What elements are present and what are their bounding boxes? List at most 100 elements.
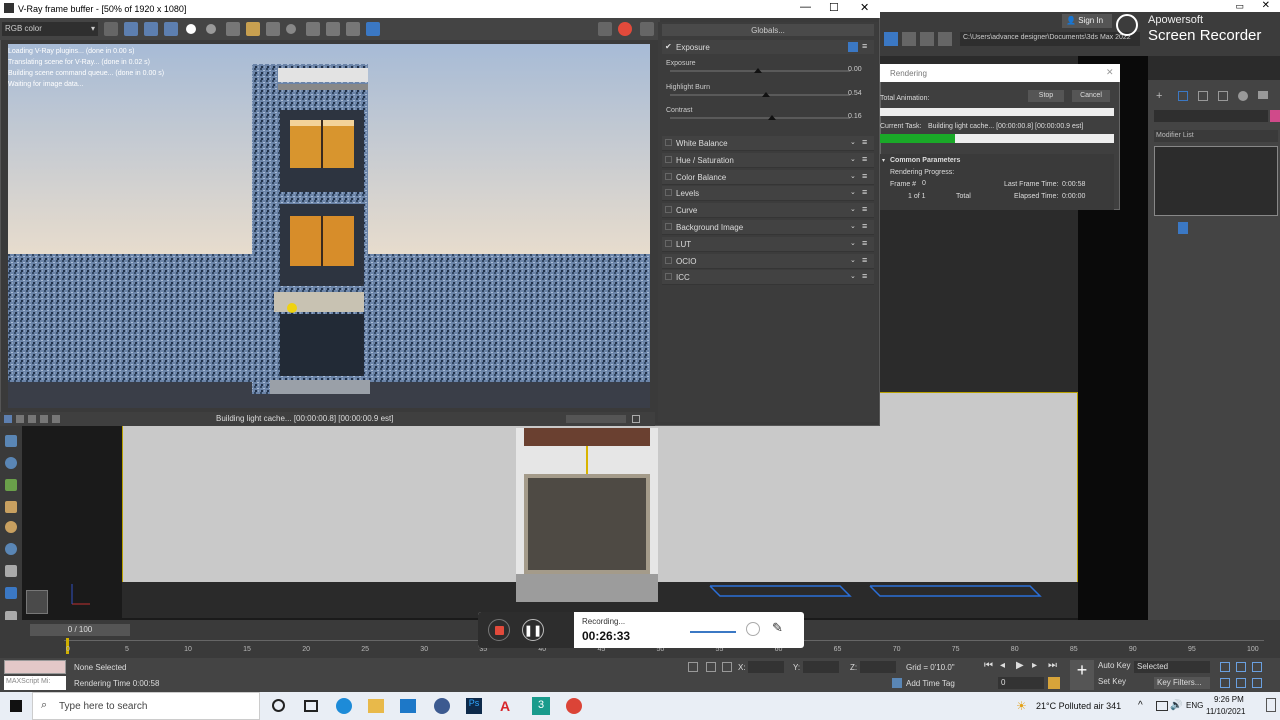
windows-start-icon[interactable] [10,700,22,712]
layer-row[interactable]: OCIO ⌄ ≡ [662,253,874,269]
stop-button[interactable]: Stop [1028,90,1064,102]
checkbox-icon[interactable] [665,206,672,214]
maximize-icon[interactable]: ☐ [829,1,839,14]
checkbox-icon[interactable] [665,239,672,247]
stop-recording-button[interactable] [488,619,510,641]
3ds-max-icon[interactable]: 3 [532,697,550,715]
maxscript-input[interactable]: MAXScript Mi: [4,676,66,690]
checkbox-icon[interactable] [665,256,672,264]
volume-icon[interactable]: 🔊 [1170,700,1182,711]
key-filters-button[interactable]: Key Filters... [1154,677,1210,689]
utilities-tab-icon[interactable] [1258,91,1268,99]
layer-row[interactable]: Background Image ⌄ ≡ [662,220,874,235]
render-setup-icon[interactable] [902,32,916,46]
sphere-icon[interactable] [5,457,17,469]
checkbox-icon[interactable] [665,172,672,180]
motion-tab-icon[interactable] [1218,91,1228,101]
chevron-down-icon[interactable]: ⌄ [850,138,856,146]
taskbar-search[interactable]: ⌕ Type here to search [32,692,260,720]
auto-key-button[interactable]: Auto Key [1098,661,1132,673]
chevron-down-icon[interactable]: ⌄ [850,155,856,163]
track-mouse-icon[interactable] [286,24,296,34]
maxscript-listener-top[interactable] [4,660,66,674]
render-sphere-icon[interactable] [5,543,17,555]
exposure-header[interactable]: ✔ Exposure ≡ [662,40,874,54]
render-frame-icon[interactable] [920,32,934,46]
chevron-down-icon[interactable]: ⌄ [850,256,856,264]
layer-row[interactable]: ICC ⌄ ≡ [662,270,874,286]
go-start-icon[interactable]: ⏮ [984,660,993,671]
chevron-down-icon[interactable]: ⌄ [850,272,856,280]
isolate-icon[interactable] [688,662,698,672]
menu-icon[interactable]: ≡ [862,255,867,265]
modifier-stack[interactable] [1154,146,1278,216]
contrast-slider[interactable] [670,117,850,119]
red-channel-icon[interactable] [124,22,138,36]
contrast-slider-handle[interactable] [768,115,776,120]
toolbar-icon[interactable] [884,32,898,46]
go-end-icon[interactable]: ⏭ [1048,660,1057,671]
status-icon[interactable] [52,415,60,423]
globals-button[interactable]: Globals... [662,24,874,36]
edge-icon[interactable] [336,698,352,714]
clock-time[interactable]: 9:26 PM [1214,695,1244,704]
checkbox-icon[interactable] [665,223,672,230]
chevron-down-icon[interactable]: ⌄ [850,172,856,180]
checkbox-icon[interactable] [665,139,672,146]
region-icon[interactable] [306,22,320,36]
zoom-icon[interactable] [1220,662,1230,672]
checkbox-icon[interactable] [665,155,672,163]
highlight-burn-slider[interactable] [670,94,850,96]
language-indicator[interactable]: ENG [1186,701,1203,710]
clear-icon[interactable] [266,22,280,36]
compare-icon[interactable] [366,22,380,36]
channel-dropdown[interactable]: RGB color ▾ [2,22,98,36]
interactive-icon[interactable] [598,22,612,36]
set-key-big-icon[interactable]: + [1070,660,1094,690]
network-icon[interactable] [1156,701,1168,711]
prev-frame-icon[interactable]: ◂ [1000,660,1005,671]
collapse-icon[interactable]: ▾ [882,157,885,164]
sign-in-button[interactable]: 👤 Sign In [1062,14,1112,28]
orbit-icon[interactable] [1252,678,1262,688]
status-icon[interactable] [40,415,48,423]
clock-date[interactable]: 11/10/2021 [1206,707,1245,716]
plant-icon[interactable] [5,479,17,491]
menu-icon[interactable]: ≡ [862,204,867,214]
modify-tab-icon[interactable] [1178,91,1188,101]
checkbox-icon[interactable] [665,189,672,197]
minimize-icon[interactable]: — [800,1,811,13]
exposure-slider-handle[interactable] [754,68,762,73]
play-icon[interactable]: ▶ [1016,660,1024,671]
file-explorer-icon[interactable] [368,699,384,713]
weather-text[interactable]: 21°C Polluted air 341 [1036,701,1121,711]
zoom-extents-icon[interactable] [1252,662,1262,672]
render-teapot-icon[interactable] [640,22,654,36]
set-key-button[interactable]: Set Key [1098,677,1132,689]
absolute-mode-icon[interactable] [722,662,732,672]
time-slider[interactable]: 0 / 100 [30,624,130,636]
menu-icon[interactable]: ≡ [862,171,867,181]
create-tab-icon[interactable]: + [1156,90,1162,102]
pin-stack-icon[interactable] [1178,222,1188,234]
layer-row[interactable]: Color Balance ⌄ ≡ [662,169,874,185]
time-config-icon[interactable] [1048,677,1060,689]
pause-recording-button[interactable]: ❚❚ [522,619,544,641]
highlight-burn-slider-handle[interactable] [762,92,770,97]
hierarchy-tab-icon[interactable] [1198,91,1208,101]
blue-channel-icon[interactable] [164,22,178,36]
mono-icon[interactable] [206,24,216,34]
save-icon[interactable] [226,22,240,36]
next-frame-icon[interactable]: ▸ [1032,660,1037,671]
highlight-burn-value[interactable]: 0.54 [848,90,862,97]
menu-icon[interactable]: ≡ [862,187,867,197]
lens-effects-icon[interactable] [346,22,360,36]
hand-icon[interactable] [5,501,17,513]
close-icon[interactable]: ✕ [1106,67,1114,78]
cortana-icon[interactable] [272,699,285,712]
add-time-tag-button[interactable]: Add Time Tag [890,676,960,690]
link-icon[interactable] [326,22,340,36]
layer-row[interactable]: White Balance ⌄ ≡ [662,136,874,151]
common-parameters-title[interactable]: Common Parameters [890,157,960,164]
pen-icon[interactable]: ✎ [772,620,783,636]
